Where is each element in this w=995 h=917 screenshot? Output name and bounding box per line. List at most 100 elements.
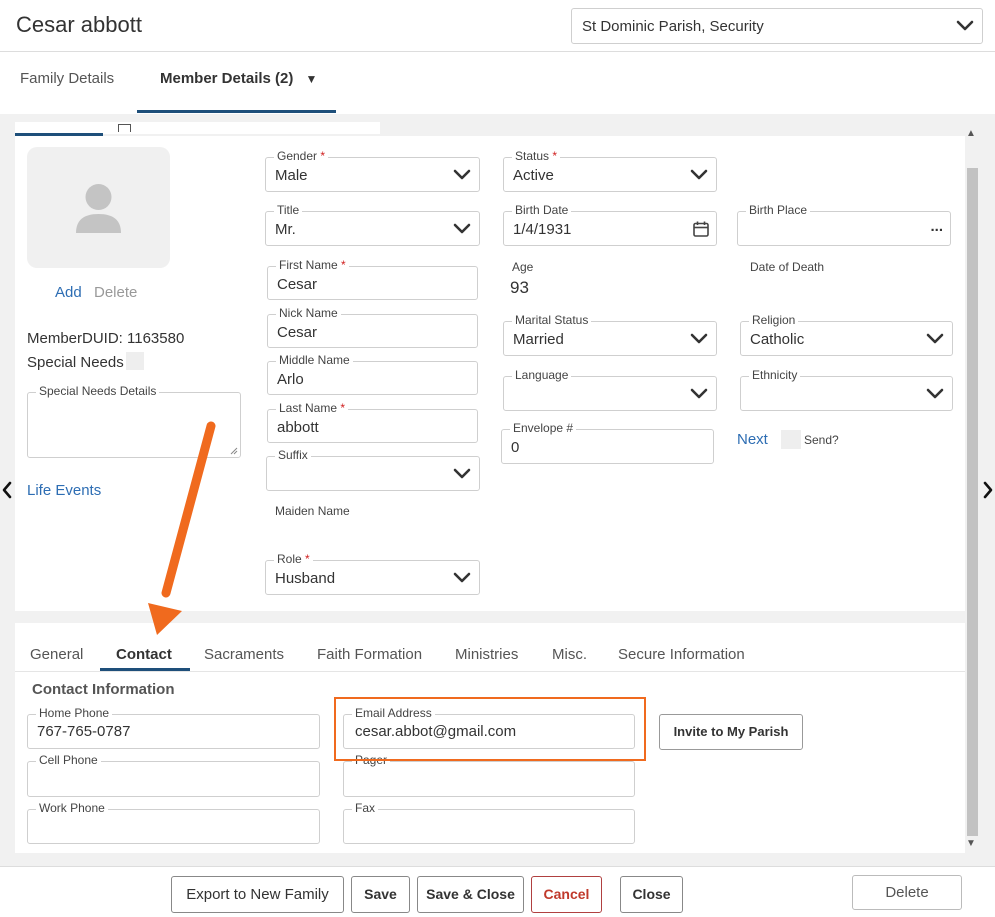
parish-select[interactable]: St Dominic Parish, Security [571, 8, 983, 44]
active-tab-underline [137, 110, 336, 113]
age-value: 93 [510, 278, 529, 297]
chevron-down-icon [956, 20, 974, 32]
scroll-down-icon[interactable]: ▼ [966, 838, 976, 849]
tab-faith-formation[interactable]: Faith Formation [317, 646, 422, 663]
cancel-button[interactable]: Cancel [531, 876, 602, 913]
gender-value: Male [275, 167, 308, 184]
last-name-field[interactable]: Last Name * abbott [267, 401, 478, 443]
ethnicity-select[interactable]: Ethnicity [740, 368, 953, 411]
required-marker: * [552, 149, 558, 163]
page-title: Cesar abbott [16, 12, 142, 37]
tab-member-details[interactable]: Member Details (2) ▼ [160, 70, 317, 87]
scrollbar-thumb[interactable] [967, 168, 978, 836]
tab-misc[interactable]: Misc. [552, 646, 587, 663]
email-highlight-box [334, 697, 646, 761]
fax-field[interactable]: Fax [343, 801, 635, 844]
tab-contact[interactable]: Contact [116, 646, 172, 663]
birth-place-label: Birth Place [746, 203, 811, 217]
role-select[interactable]: Role * Husband [265, 552, 480, 595]
annotation-arrow-icon [148, 421, 216, 635]
work-phone-field[interactable]: Work Phone [27, 801, 320, 844]
marital-status-select[interactable]: Marital Status Married [503, 313, 717, 356]
fax-label: Fax [352, 801, 379, 815]
required-marker: * [305, 552, 310, 566]
tab-secure-information[interactable]: Secure Information [618, 646, 745, 663]
caret-down-icon: ▼ [305, 72, 318, 86]
suffix-select[interactable]: Suffix [266, 448, 480, 491]
add-photo-link[interactable]: Add [55, 284, 82, 301]
title-label: Title [274, 203, 303, 217]
middle-name-label: Middle Name [276, 353, 353, 367]
required-marker: * [340, 401, 346, 415]
nick-name-value: Cesar [277, 324, 318, 341]
more-options-icon[interactable]: ... [930, 218, 943, 235]
nick-name-field[interactable]: Nick Name Cesar [267, 306, 478, 348]
resize-handle-icon[interactable] [230, 447, 238, 455]
chevron-down-icon [453, 223, 471, 235]
previous-member-icon[interactable] [1, 480, 13, 500]
tab-general[interactable]: General [30, 646, 83, 663]
scroll-up-icon[interactable]: ▲ [966, 128, 976, 139]
member-photo[interactable] [27, 147, 170, 268]
status-label: Status [515, 149, 550, 163]
calendar-icon[interactable] [692, 220, 710, 238]
tab-sacraments[interactable]: Sacraments [204, 646, 284, 663]
cell-phone-label: Cell Phone [36, 753, 101, 767]
tab-family-details[interactable]: Family Details [20, 70, 114, 87]
status-value: Active [513, 167, 554, 184]
birth-place-field[interactable]: Birth Place ... [737, 203, 951, 246]
delete-photo-link[interactable]: Delete [94, 284, 137, 301]
next-envelope-link[interactable]: Next [737, 431, 768, 448]
chevron-down-icon [690, 169, 708, 181]
parish-select-value: St Dominic Parish, Security [582, 18, 764, 35]
first-name-field[interactable]: First Name * Cesar [267, 258, 478, 300]
life-events-link[interactable]: Life Events [27, 482, 101, 499]
active-tab-underline [100, 668, 190, 671]
religion-label: Religion [749, 313, 799, 327]
required-marker: * [320, 149, 326, 163]
age-label: Age [512, 260, 534, 274]
pager-field[interactable]: Pager [343, 753, 635, 797]
envelope-field[interactable]: Envelope # 0 [501, 421, 714, 464]
title-select[interactable]: Title Mr. [265, 203, 480, 246]
language-select[interactable]: Language [503, 368, 717, 411]
status-select[interactable]: Status * Active [503, 149, 717, 192]
tab-member-details-label: Member Details (2) [160, 70, 294, 87]
export-to-new-family-button[interactable]: Export to New Family [171, 876, 344, 913]
gender-select[interactable]: Gender * Male [265, 149, 480, 192]
save-button[interactable]: Save [351, 876, 410, 913]
marital-status-label: Marital Status [512, 313, 592, 327]
send-checkbox[interactable] [781, 430, 801, 449]
next-member-icon[interactable] [982, 480, 994, 500]
middle-name-value: Arlo [277, 371, 304, 388]
envelope-label: Envelope # [510, 421, 577, 435]
special-needs-checkbox[interactable] [126, 352, 144, 370]
birth-date-field[interactable]: Birth Date 1/4/1931 [503, 203, 717, 246]
home-phone-value: 767-765-0787 [37, 723, 131, 740]
work-phone-label: Work Phone [36, 801, 108, 815]
save-close-button[interactable]: Save & Close [417, 876, 524, 913]
chevron-down-icon [453, 169, 471, 181]
ethnicity-label: Ethnicity [749, 368, 801, 382]
religion-select[interactable]: Religion Catholic [740, 313, 953, 356]
home-phone-field[interactable]: Home Phone 767-765-0787 [27, 706, 320, 749]
tab-divider [15, 671, 965, 672]
invite-button[interactable]: Invite to My Parish [659, 714, 803, 750]
middle-name-field[interactable]: Middle Name Arlo [267, 353, 478, 395]
chevron-down-icon [690, 388, 708, 400]
last-name-value: abbott [277, 419, 319, 436]
required-marker: * [341, 258, 346, 272]
date-of-death-label: Date of Death [750, 260, 825, 274]
suffix-label: Suffix [275, 448, 311, 462]
delete-button[interactable]: Delete [852, 875, 962, 910]
cell-phone-field[interactable]: Cell Phone [27, 753, 320, 797]
member-duid: MemberDUID: 1163580 [27, 330, 185, 347]
close-button[interactable]: Close [620, 876, 683, 913]
chevron-down-icon [690, 333, 708, 345]
gender-label: Gender [277, 149, 318, 163]
chevron-down-icon [926, 333, 944, 345]
section-title: Contact Information [32, 681, 175, 698]
home-phone-label: Home Phone [36, 706, 113, 720]
nick-name-label: Nick Name [276, 306, 341, 320]
tab-ministries[interactable]: Ministries [455, 646, 518, 663]
